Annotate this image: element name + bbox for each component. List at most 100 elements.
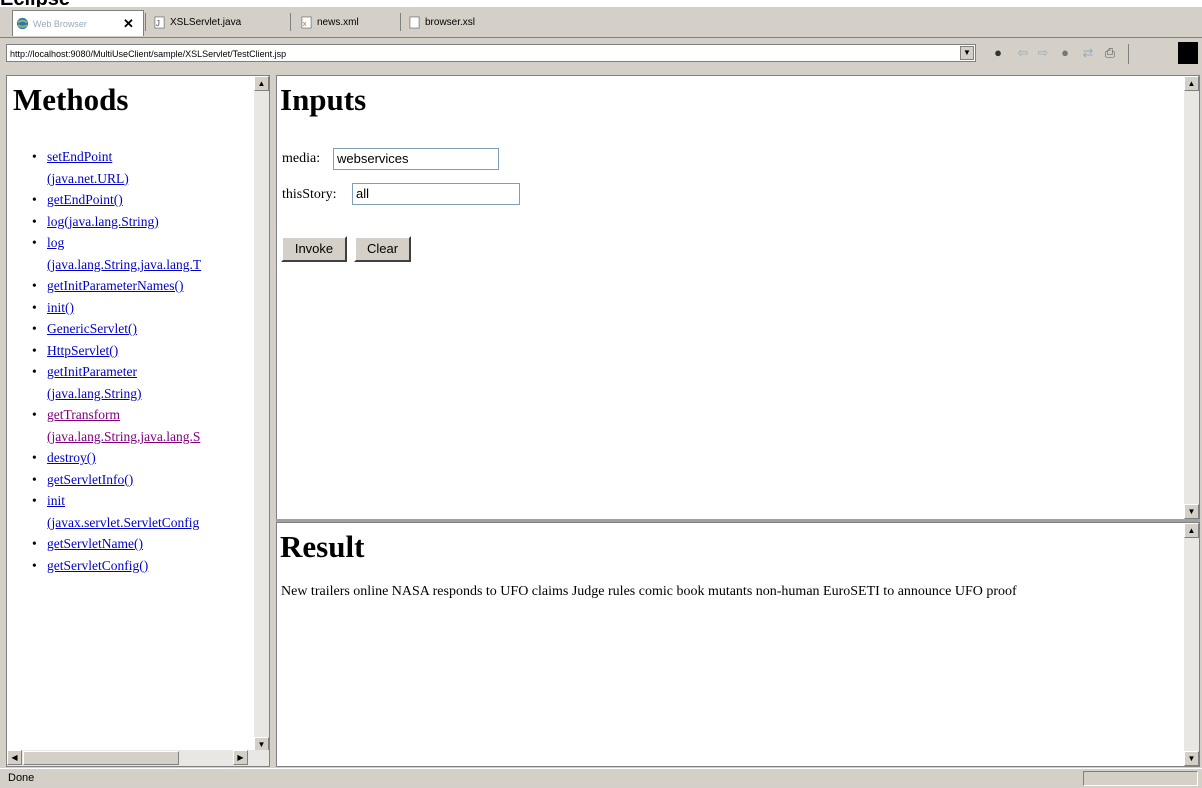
method-link[interactable]: destroy() bbox=[47, 450, 96, 465]
tab-xslservlet-java[interactable]: J XSLServlet.java bbox=[150, 10, 270, 35]
tab-label: browser.xsl bbox=[425, 17, 476, 28]
method-link[interactable]: getServletConfig() bbox=[47, 558, 148, 573]
tab-label: XSLServlet.java bbox=[170, 17, 242, 28]
scroll-down-icon[interactable]: ▼ bbox=[1184, 751, 1199, 766]
method-name: getInitParameter bbox=[47, 364, 137, 379]
method-name: getServletInfo() bbox=[47, 471, 134, 487]
method-params: (java.lang.String) bbox=[47, 385, 142, 401]
svg-text:J: J bbox=[156, 18, 160, 28]
method-name: log bbox=[47, 235, 65, 250]
method-list-item: getInitParameter (java.lang.String) bbox=[29, 361, 269, 404]
method-link[interactable]: GenericServlet() bbox=[47, 321, 137, 336]
invoke-button[interactable]: Invoke bbox=[281, 236, 347, 262]
globe-icon bbox=[16, 17, 29, 30]
method-link[interactable]: getTransform (java.lang.String,java.lang.… bbox=[47, 407, 269, 447]
status-bar: Done bbox=[0, 768, 1202, 788]
xml-file-icon: x bbox=[301, 16, 312, 29]
method-link[interactable]: HttpServlet() bbox=[47, 343, 118, 358]
method-name: log(java.lang.String) bbox=[47, 213, 159, 229]
method-list-item: getEndPoint() bbox=[29, 189, 269, 211]
method-list-item: destroy() bbox=[29, 447, 269, 469]
stop-icon[interactable]: ● bbox=[1057, 45, 1073, 61]
scroll-down-icon[interactable]: ▼ bbox=[1184, 504, 1199, 519]
method-link[interactable]: log (java.lang.String,java.lang.T bbox=[47, 235, 269, 275]
url-dropdown-icon[interactable]: ▼ bbox=[960, 46, 974, 60]
editor-tab-bar: Web Browser ✕ J XSLServlet.java x news.x… bbox=[0, 7, 1202, 38]
method-name: init bbox=[47, 493, 66, 508]
horizontal-scroll-thumb[interactable] bbox=[23, 751, 179, 765]
method-name: init() bbox=[47, 299, 74, 315]
scroll-up-icon[interactable]: ▲ bbox=[254, 76, 269, 91]
scroll-up-icon[interactable]: ▲ bbox=[1184, 76, 1199, 91]
method-name: HttpServlet() bbox=[47, 342, 119, 358]
method-list-item: GenericServlet() bbox=[29, 318, 269, 340]
print-icon[interactable]: ⎙ bbox=[1102, 45, 1118, 61]
horizontal-scrollbar[interactable]: ◀ ▶ bbox=[7, 750, 269, 766]
go-icon[interactable]: ● bbox=[990, 45, 1006, 61]
inputs-frame: Inputs media: webservices thisStory: all… bbox=[276, 75, 1200, 520]
result-title: Result bbox=[280, 529, 365, 564]
method-name: getEndPoint() bbox=[47, 192, 123, 207]
top-clipped-heading: Eclipse bbox=[0, 0, 1202, 7]
status-text: Done bbox=[8, 772, 35, 784]
refresh-icon[interactable]: ⇄ bbox=[1080, 45, 1096, 61]
method-list-item: setEndPoint (java.net.URL) bbox=[29, 146, 269, 189]
close-icon[interactable]: ✕ bbox=[123, 16, 134, 32]
method-link[interactable]: getEndPoint() bbox=[47, 192, 123, 207]
method-link[interactable]: getInitParameterNames() bbox=[47, 278, 183, 293]
method-list-item: getServletConfig() bbox=[29, 555, 269, 577]
this-story-label: thisStory: bbox=[282, 187, 337, 202]
back-icon[interactable]: ⇦ bbox=[1015, 45, 1031, 61]
method-list-item: log(java.lang.String) bbox=[29, 211, 269, 233]
method-params: (java.net.URL) bbox=[47, 170, 129, 186]
address-toolbar: http://localhost:9080/MultiUseClient/sam… bbox=[0, 38, 1202, 68]
vertical-scrollbar[interactable]: ▲ ▼ bbox=[254, 76, 269, 752]
method-params: (java.lang.String,java.lang.S bbox=[47, 428, 201, 444]
methods-title: Methods bbox=[13, 82, 129, 117]
vertical-scrollbar[interactable]: ▲ ▼ bbox=[1184, 523, 1199, 766]
scroll-left-icon[interactable]: ◀ bbox=[7, 750, 22, 765]
scroll-up-icon[interactable]: ▲ bbox=[1184, 523, 1199, 538]
scroll-right-icon[interactable]: ▶ bbox=[233, 750, 248, 765]
clear-button[interactable]: Clear bbox=[354, 236, 411, 262]
method-name: getTransform bbox=[47, 407, 120, 422]
xsl-file-icon bbox=[409, 16, 420, 29]
url-field[interactable]: http://localhost:9080/MultiUseClient/sam… bbox=[6, 44, 976, 62]
forward-icon[interactable]: ⇨ bbox=[1035, 45, 1051, 61]
tab-news-xml[interactable]: x news.xml bbox=[297, 10, 387, 35]
method-list-item: log (java.lang.String,java.lang.T bbox=[29, 232, 269, 275]
method-list: setEndPoint (java.net.URL) getEndPoint() lo… bbox=[29, 146, 269, 576]
method-list-item: getServletInfo() bbox=[29, 469, 269, 491]
java-file-icon: J bbox=[154, 16, 165, 29]
media-field[interactable]: webservices bbox=[333, 148, 499, 170]
method-link[interactable]: getServletInfo() bbox=[47, 472, 133, 487]
method-name: destroy() bbox=[47, 450, 96, 465]
this-story-field[interactable]: all bbox=[352, 183, 520, 205]
method-list-item: HttpServlet() bbox=[29, 340, 269, 362]
method-list-item: getServletName() bbox=[29, 533, 269, 555]
method-name: setEndPoint bbox=[47, 149, 113, 164]
method-name: getInitParameterNames() bbox=[47, 278, 184, 293]
vertical-scrollbar[interactable]: ▲ ▼ bbox=[1184, 76, 1199, 519]
method-link[interactable]: getInitParameter (java.lang.String) bbox=[47, 364, 269, 404]
methods-frame: Methods setEndPoint (java.net.URL) getEndP… bbox=[6, 75, 270, 767]
method-name: getServletConfig() bbox=[47, 557, 149, 573]
method-list-item: getInitParameterNames() bbox=[29, 275, 269, 297]
method-link[interactable]: setEndPoint (java.net.URL) bbox=[47, 149, 269, 189]
method-name: getServletName() bbox=[47, 536, 143, 551]
method-list-item: init (javax.servlet.ServletConfig bbox=[29, 490, 269, 533]
method-params: (javax.servlet.ServletConfig bbox=[47, 514, 200, 530]
status-progress-panel bbox=[1083, 771, 1198, 786]
tab-label: news.xml bbox=[317, 17, 359, 28]
tab-web-browser[interactable]: Web Browser ✕ bbox=[12, 10, 144, 36]
method-link[interactable]: init (javax.servlet.ServletConfig bbox=[47, 493, 269, 533]
method-list-item: getTransform (java.lang.String,java.lang.… bbox=[29, 404, 269, 447]
result-text: New trailers online NASA responds to UFO… bbox=[281, 584, 1017, 599]
method-link[interactable]: init() bbox=[47, 300, 74, 315]
method-link[interactable]: log(java.lang.String) bbox=[47, 214, 159, 229]
method-params: (java.lang.String,java.lang.T bbox=[47, 256, 202, 272]
tab-label: Web Browser bbox=[33, 18, 87, 29]
method-link[interactable]: getServletName() bbox=[47, 536, 143, 551]
view-menu-icon[interactable] bbox=[1178, 42, 1198, 64]
tab-browser-xsl[interactable]: browser.xsl bbox=[405, 10, 505, 35]
